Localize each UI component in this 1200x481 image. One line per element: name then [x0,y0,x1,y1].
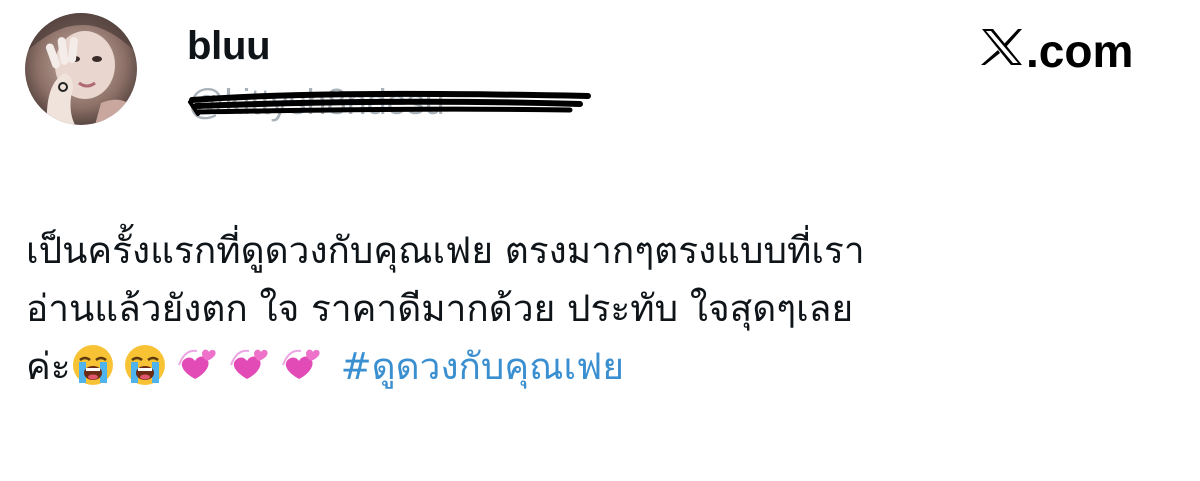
display-name[interactable]: bluu [187,22,271,70]
redaction-scribble-icon [188,90,591,116]
profile-photo-icon [25,13,137,125]
handle-redacted: @kittysh8ndesu [188,80,608,124]
loudly-crying-face-icon [123,343,167,387]
tweet-line-2: อ่านแล้วยังตก ใจ ราคาดีมากด้วย ประทับ ใจ… [26,287,854,330]
tweet-line-3-text: ค่ะ [26,345,71,388]
tweet-body: เป็นครั้งแรกที่ดูดวงกับคุณเฟย ตรงมากๆตรง… [26,222,1186,396]
avatar[interactable] [25,13,137,125]
hashtag-link[interactable]: #ดูดวงกับคุณเฟย [341,345,624,388]
revolving-hearts-icon [175,343,219,387]
loudly-crying-face-icon [71,343,115,387]
tweet-line-3: ค่ะ #ดูดวงกับคุณเฟย [26,338,1186,396]
revolving-hearts-icon [227,343,271,387]
tweet-card: bluu @kittysh8ndesu .com เป็นครั้งแรกที่… [0,0,1200,481]
x-brand-logo[interactable]: .com [980,24,1133,78]
tweet-line-1: เป็นครั้งแรกที่ดูดวงกับคุณเฟย ตรงมากๆตรง… [26,229,865,272]
revolving-hearts-icon [279,343,323,387]
x-logo-icon [980,24,1024,78]
x-logo-text: .com [1026,25,1134,77]
